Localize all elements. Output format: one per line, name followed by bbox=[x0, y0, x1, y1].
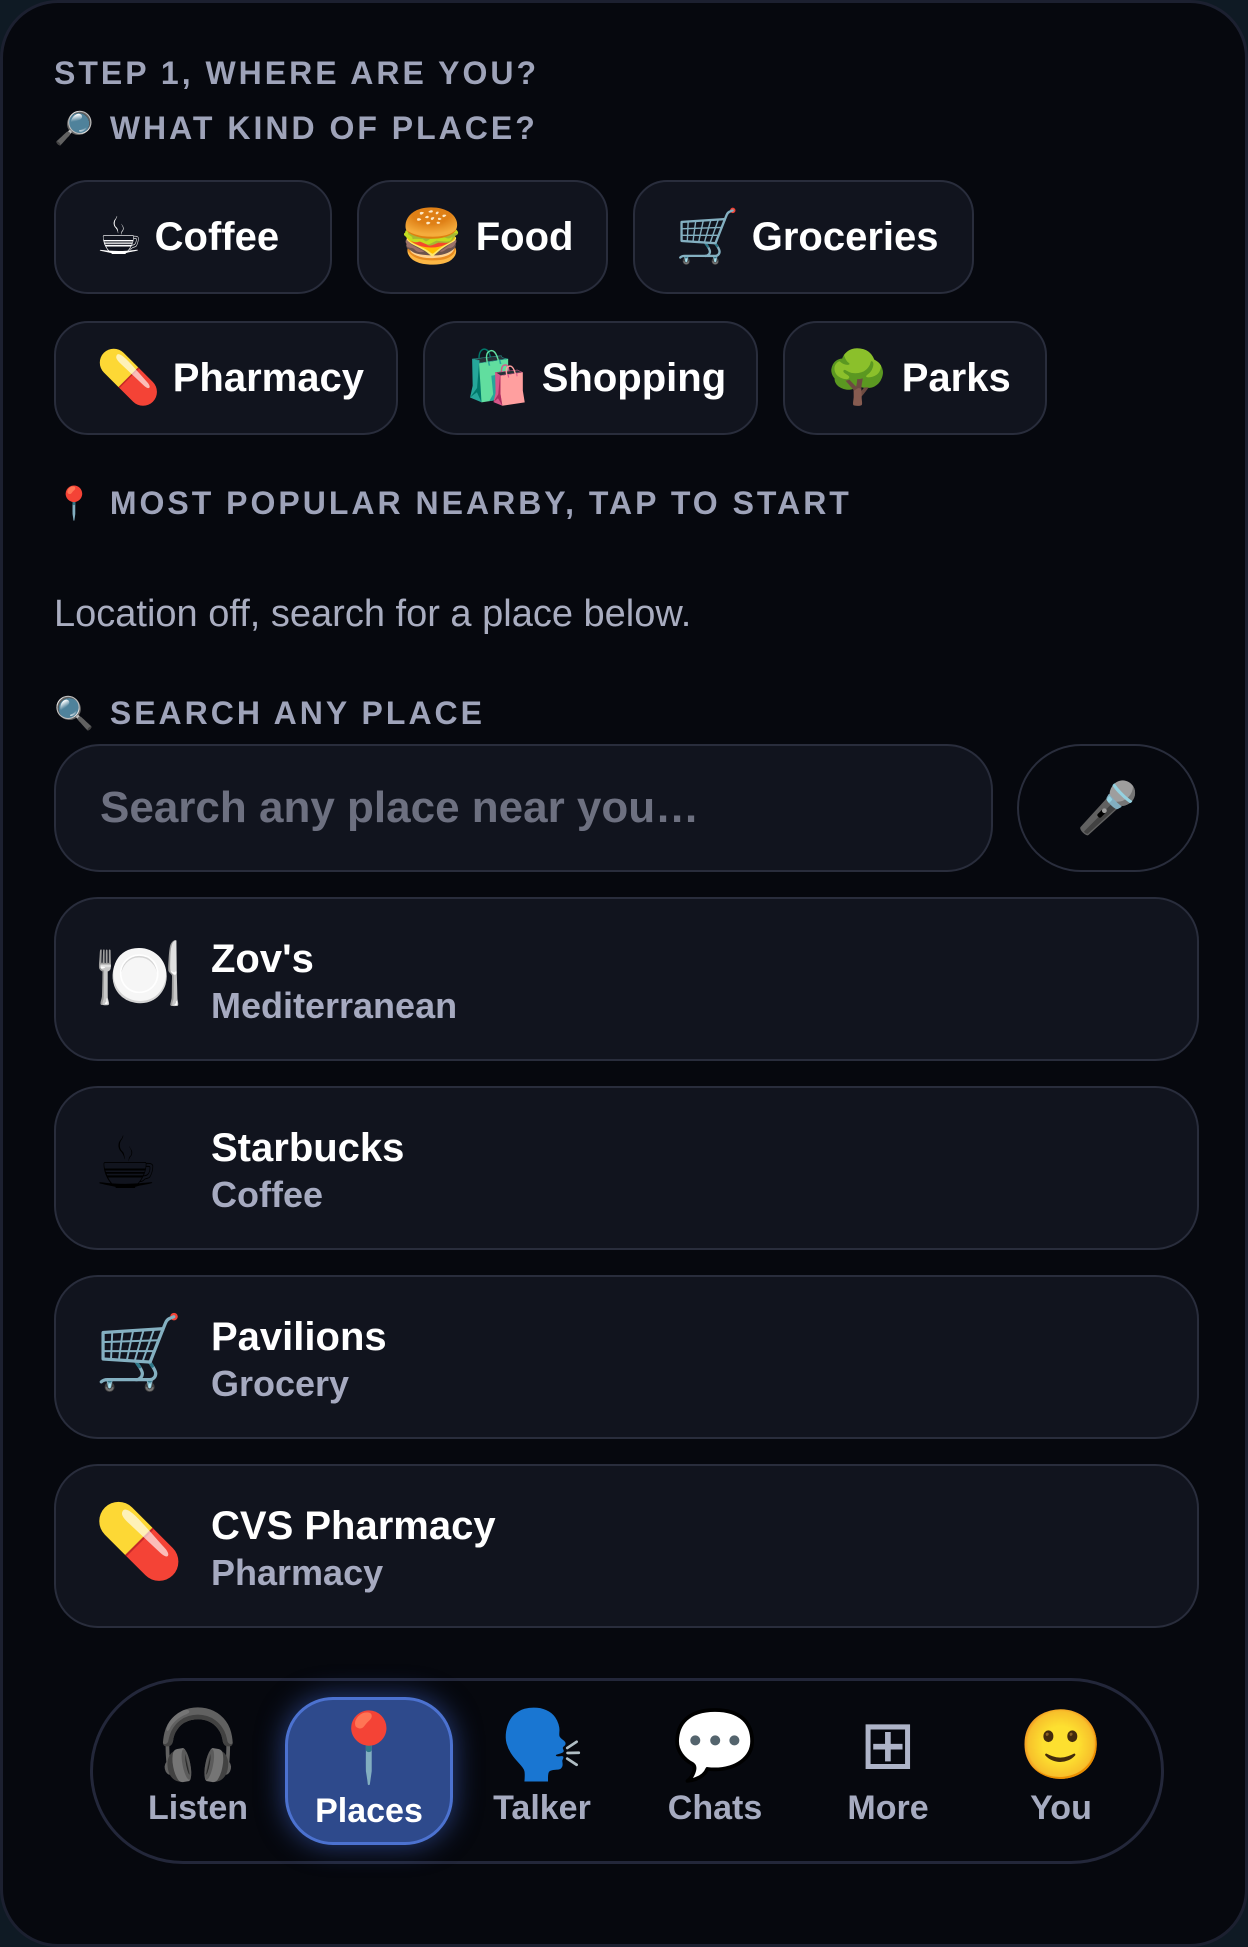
location-off-message: Location off, search for a place below. bbox=[54, 593, 692, 635]
category-chip-shopping[interactable]: 🛍️ Shopping bbox=[423, 321, 758, 435]
place-card-pavilions[interactable]: 🛒 Pavilions Grocery bbox=[54, 1275, 1199, 1439]
category-chip-parks[interactable]: 🌳 Parks bbox=[783, 321, 1047, 435]
app-screen: STEP 1, WHERE ARE YOU? 🔎 WHAT KIND OF PL… bbox=[0, 0, 1248, 1947]
place-type: Grocery bbox=[211, 1363, 350, 1404]
place-type: Pharmacy bbox=[211, 1552, 384, 1593]
category-chip-pharmacy[interactable]: 💊 Pharmacy bbox=[54, 321, 398, 435]
chip-label: Shopping bbox=[541, 355, 727, 400]
search-icon: 🔍 bbox=[54, 695, 94, 731]
place-card-starbucks[interactable]: ☕ Starbucks Coffee bbox=[54, 1086, 1199, 1250]
tree-icon: 🌳 bbox=[825, 349, 890, 407]
bottom-nav: 🎧 Listen 📍 Places 🗣️ Talker 💬 Chats ⊞ Mo… bbox=[90, 1678, 1164, 1864]
step-heading: STEP 1, WHERE ARE YOU? bbox=[54, 55, 540, 91]
nav-tab-more[interactable]: ⊞ More bbox=[804, 1697, 972, 1845]
nav-label: Listen bbox=[147, 1789, 249, 1827]
category-chip-coffee[interactable]: ☕ Coffee bbox=[54, 180, 332, 294]
nav-label: Chats bbox=[667, 1789, 763, 1827]
chip-label: Food bbox=[475, 214, 574, 259]
burger-icon: 🍔 bbox=[399, 208, 464, 266]
place-name: Starbucks bbox=[211, 1126, 405, 1170]
nav-label: Talker bbox=[493, 1789, 591, 1827]
category-chip-food[interactable]: 🍔 Food bbox=[357, 180, 608, 294]
coffee-icon: ☕ bbox=[96, 208, 143, 266]
headphones-icon: 🎧 bbox=[155, 1707, 241, 1783]
microphone-icon: 🎤 bbox=[1076, 779, 1140, 836]
place-kind-heading: 🔎 WHAT KIND OF PLACE? bbox=[54, 109, 538, 147]
place-card-zovs[interactable]: 🍽️ Zov's Mediterranean bbox=[54, 897, 1199, 1061]
pill-icon: 💊 bbox=[96, 349, 161, 407]
place-name: CVS Pharmacy bbox=[211, 1504, 496, 1548]
search-input[interactable] bbox=[54, 744, 993, 872]
place-card-cvs-pharmacy[interactable]: 💊 CVS Pharmacy Pharmacy bbox=[54, 1464, 1199, 1628]
chip-label: Parks bbox=[901, 355, 1011, 400]
coffee-icon: ☕ bbox=[94, 1124, 159, 1204]
pin-icon: 📍 bbox=[54, 485, 94, 521]
place-type: Coffee bbox=[211, 1174, 324, 1215]
smiley-icon: 🙂 bbox=[1018, 1707, 1104, 1783]
nav-tab-places[interactable]: 📍 Places bbox=[285, 1697, 453, 1845]
magnifier-icon: 🔎 bbox=[54, 110, 94, 146]
nav-tab-listen[interactable]: 🎧 Listen bbox=[114, 1697, 282, 1845]
place-name: Pavilions bbox=[211, 1315, 387, 1359]
speaking-head-icon: 🗣️ bbox=[499, 1707, 585, 1783]
place-name: Zov's bbox=[211, 937, 314, 981]
shopping-bags-icon: 🛍️ bbox=[465, 349, 530, 407]
chip-label: Pharmacy bbox=[172, 355, 364, 400]
pin-icon: 📍 bbox=[326, 1710, 412, 1786]
cart-icon: 🛒 bbox=[675, 208, 740, 266]
nav-label: You bbox=[1030, 1789, 1092, 1827]
voice-search-button[interactable]: 🎤 bbox=[1017, 744, 1199, 872]
grid-icon: ⊞ bbox=[859, 1707, 917, 1783]
place-type: Mediterranean bbox=[211, 985, 458, 1026]
search-heading: 🔍 SEARCH ANY PLACE bbox=[54, 694, 485, 732]
plate-cutlery-icon: 🍽️ bbox=[94, 935, 184, 1015]
pill-icon: 💊 bbox=[94, 1502, 184, 1582]
chip-label: Groceries bbox=[751, 214, 939, 259]
nav-tab-talker[interactable]: 🗣️ Talker bbox=[458, 1697, 626, 1845]
cart-icon: 🛒 bbox=[94, 1313, 184, 1393]
nav-label: Places bbox=[315, 1792, 423, 1830]
category-chip-groceries[interactable]: 🛒 Groceries bbox=[633, 180, 974, 294]
nav-label: More bbox=[847, 1789, 929, 1827]
speech-bubble-icon: 💬 bbox=[672, 1707, 758, 1783]
chip-label: Coffee bbox=[154, 214, 280, 259]
nav-tab-chats[interactable]: 💬 Chats bbox=[631, 1697, 799, 1845]
nav-tab-you[interactable]: 🙂 You bbox=[977, 1697, 1145, 1845]
popular-nearby-heading: 📍 MOST POPULAR NEARBY, TAP TO START bbox=[54, 484, 852, 522]
